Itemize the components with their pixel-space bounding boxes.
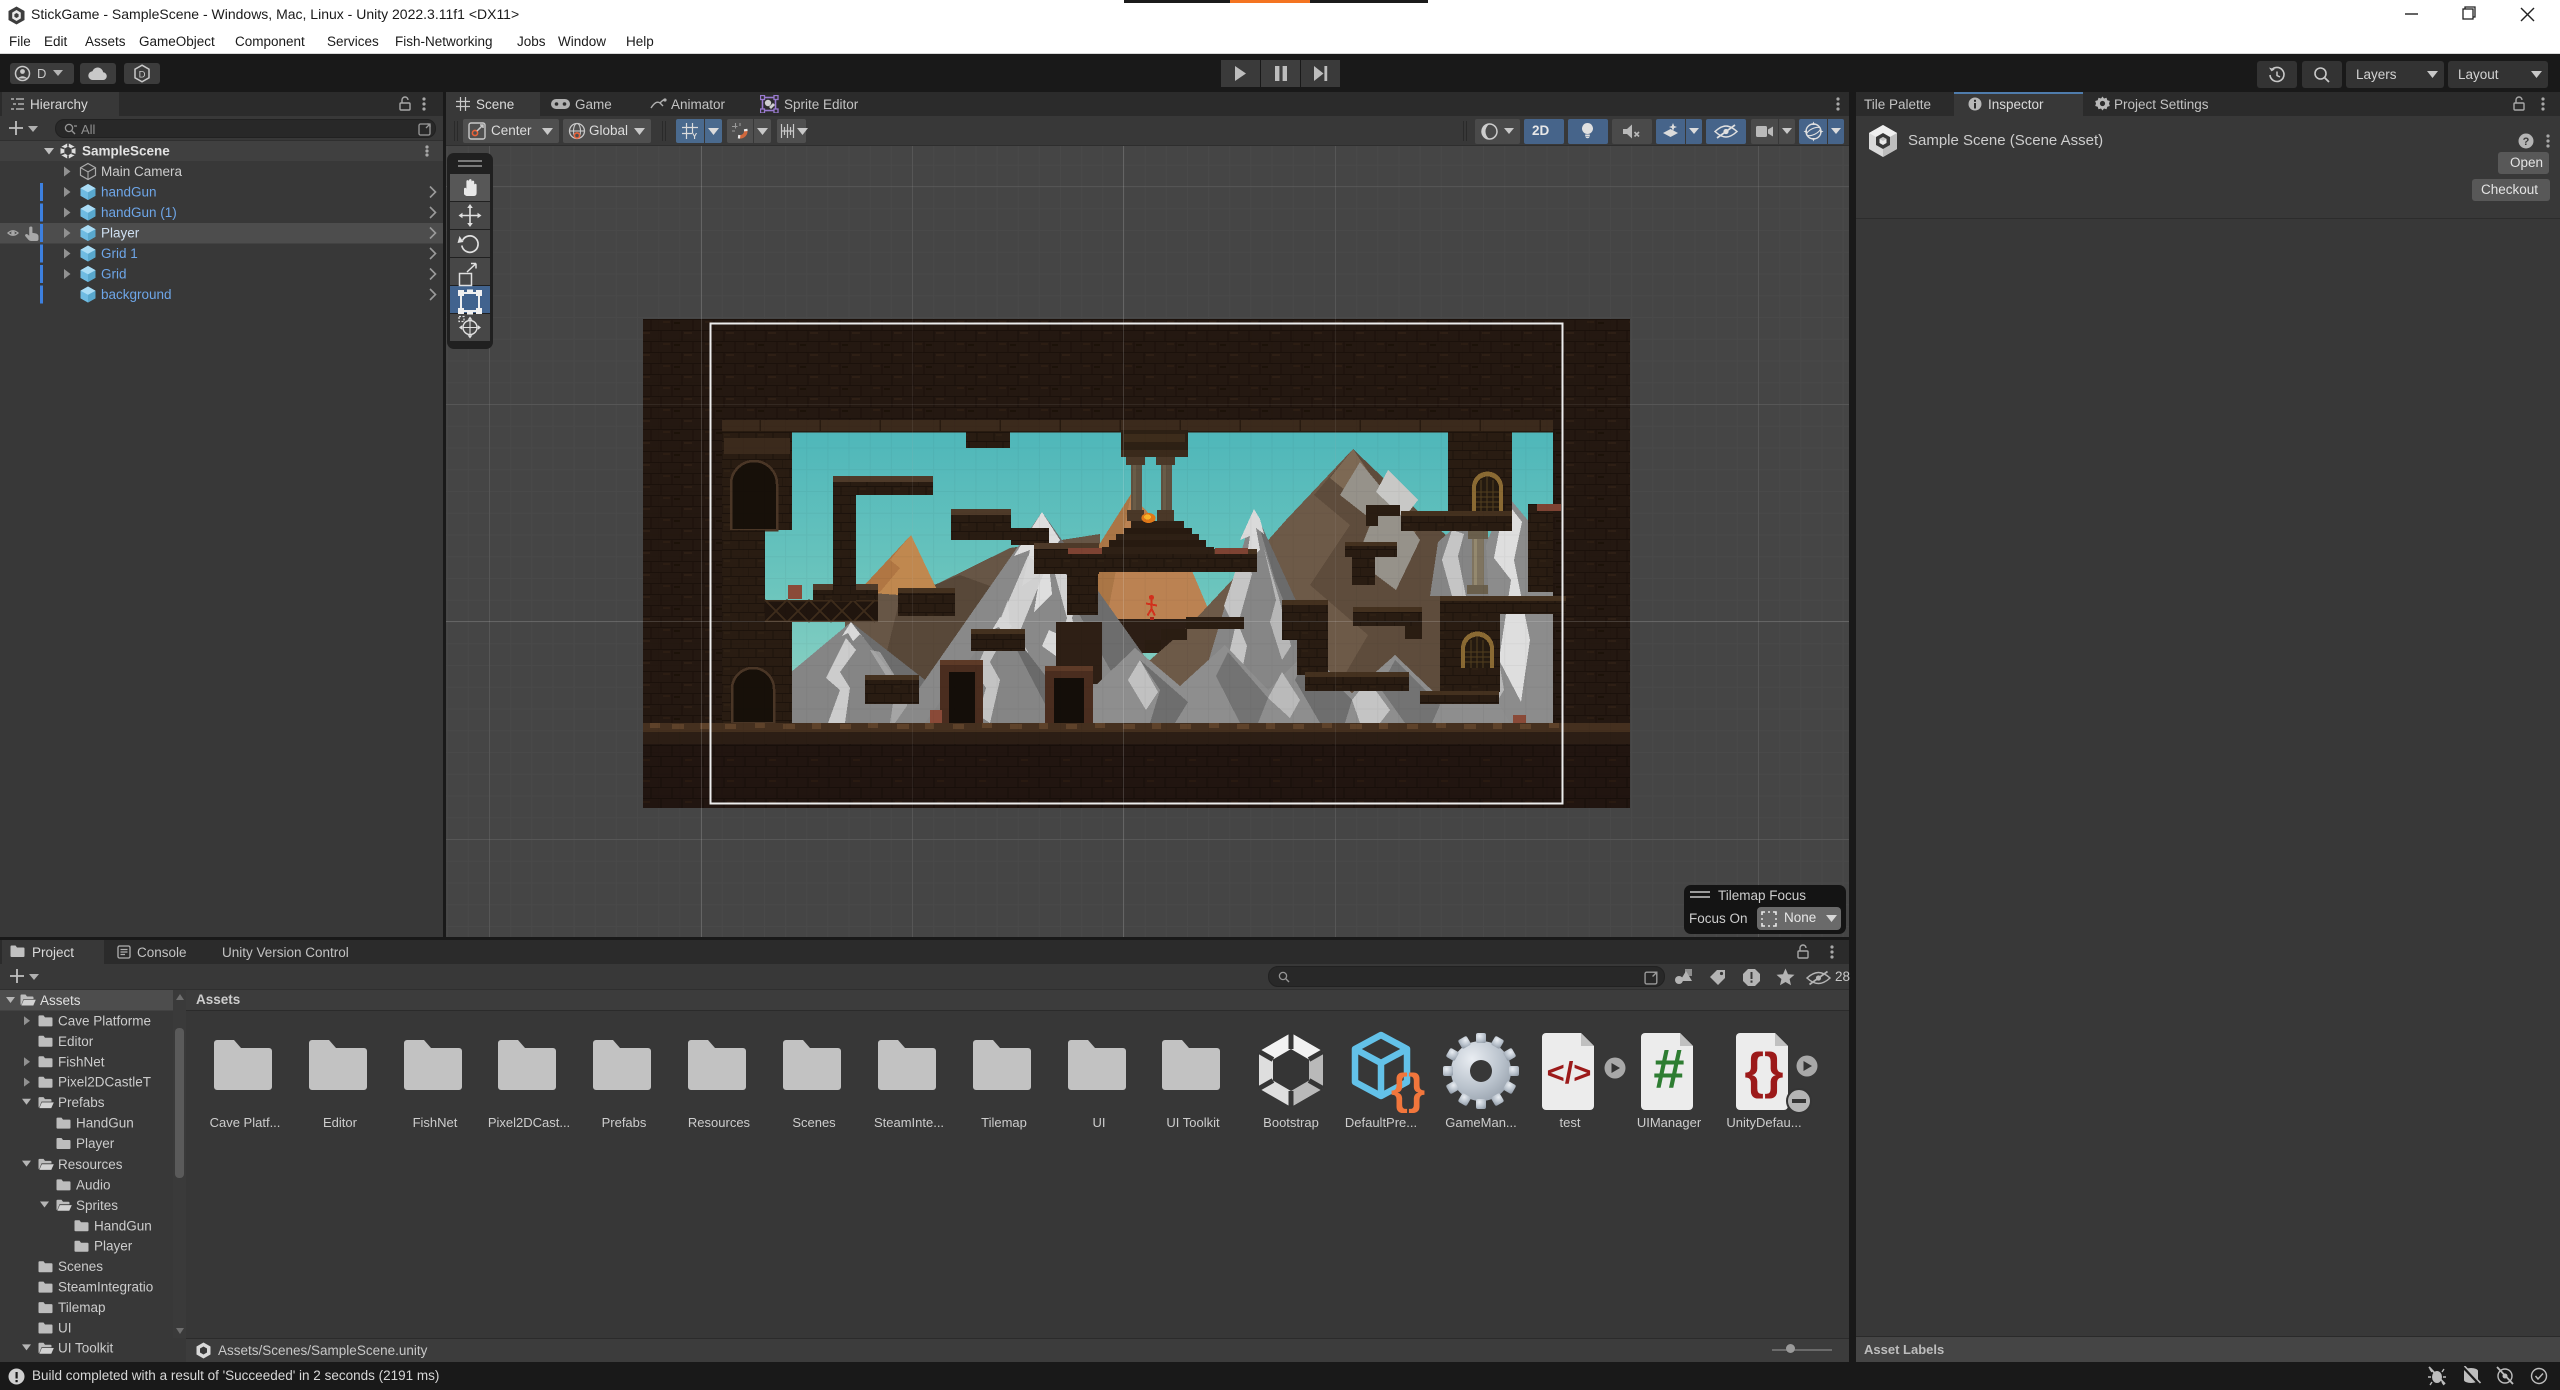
- svg-text:Scenes: Scenes: [792, 1115, 836, 1130]
- svg-text:Prefabs: Prefabs: [58, 1095, 105, 1110]
- svg-text:Pixel2DCast...: Pixel2DCast...: [488, 1115, 570, 1130]
- svg-text:{}: {}: [1391, 1065, 1425, 1114]
- svg-text:test: test: [1560, 1115, 1581, 1130]
- svg-text:UI Toolkit: UI Toolkit: [58, 1341, 114, 1356]
- svg-text:Cave Platforme: Cave Platforme: [58, 1013, 151, 1028]
- svg-text:Sprites: Sprites: [76, 1198, 118, 1213]
- svg-text:UIManager: UIManager: [1637, 1115, 1702, 1130]
- svg-text:UI Toolkit: UI Toolkit: [1166, 1115, 1220, 1130]
- svg-text:{}: {}: [1745, 1043, 1784, 1099]
- svg-text:D: D: [139, 69, 146, 80]
- svg-text:Assets: Assets: [40, 993, 81, 1008]
- svg-text:Main Camera: Main Camera: [101, 164, 183, 179]
- svg-text:</>: </>: [1547, 1055, 1592, 1090]
- svg-text:SteamIntegratio: SteamIntegratio: [58, 1280, 153, 1295]
- svg-text:Tilemap: Tilemap: [58, 1300, 106, 1315]
- svg-text:Editor: Editor: [58, 1034, 94, 1049]
- svg-text:#: #: [1653, 1037, 1684, 1100]
- svg-text:UI: UI: [1093, 1115, 1106, 1130]
- svg-text:Tilemap: Tilemap: [981, 1115, 1027, 1130]
- svg-text:Pixel2DCastleT: Pixel2DCastleT: [58, 1075, 151, 1090]
- svg-text:Audio: Audio: [76, 1177, 111, 1192]
- svg-text:FishNet: FishNet: [413, 1115, 458, 1130]
- svg-text:Y: Y: [692, 132, 698, 140]
- svg-text:handGun (1): handGun (1): [101, 205, 177, 220]
- svg-text:SteamInte...: SteamInte...: [874, 1115, 944, 1130]
- svg-text:HandGun: HandGun: [76, 1116, 134, 1131]
- svg-text:DefaultPre...: DefaultPre...: [1345, 1115, 1417, 1130]
- svg-text:SampleScene: SampleScene: [82, 144, 170, 159]
- svg-text:Grid: Grid: [101, 267, 127, 282]
- svg-text:Resources: Resources: [688, 1115, 751, 1130]
- svg-text:GameMan...: GameMan...: [1445, 1115, 1517, 1130]
- svg-text:Cave Platf...: Cave Platf...: [210, 1115, 281, 1130]
- svg-text:UnityDefau...: UnityDefau...: [1726, 1115, 1801, 1130]
- svg-text:handGun: handGun: [101, 185, 157, 200]
- svg-text:Bootstrap: Bootstrap: [1263, 1115, 1319, 1130]
- svg-text:FishNet: FishNet: [58, 1054, 105, 1069]
- svg-text:Prefabs: Prefabs: [602, 1115, 647, 1130]
- svg-text:UI: UI: [58, 1321, 72, 1336]
- svg-text:HandGun: HandGun: [94, 1218, 152, 1233]
- svg-text:?: ?: [2523, 136, 2530, 148]
- svg-text:Player: Player: [101, 226, 140, 241]
- svg-text:Editor: Editor: [323, 1115, 358, 1130]
- svg-text:Player: Player: [76, 1136, 115, 1151]
- svg-text:background: background: [101, 287, 172, 302]
- svg-text:Scenes: Scenes: [58, 1259, 103, 1274]
- svg-text:Grid 1: Grid 1: [101, 246, 138, 261]
- svg-text:Player: Player: [94, 1239, 133, 1254]
- svg-text:Resources: Resources: [58, 1157, 123, 1172]
